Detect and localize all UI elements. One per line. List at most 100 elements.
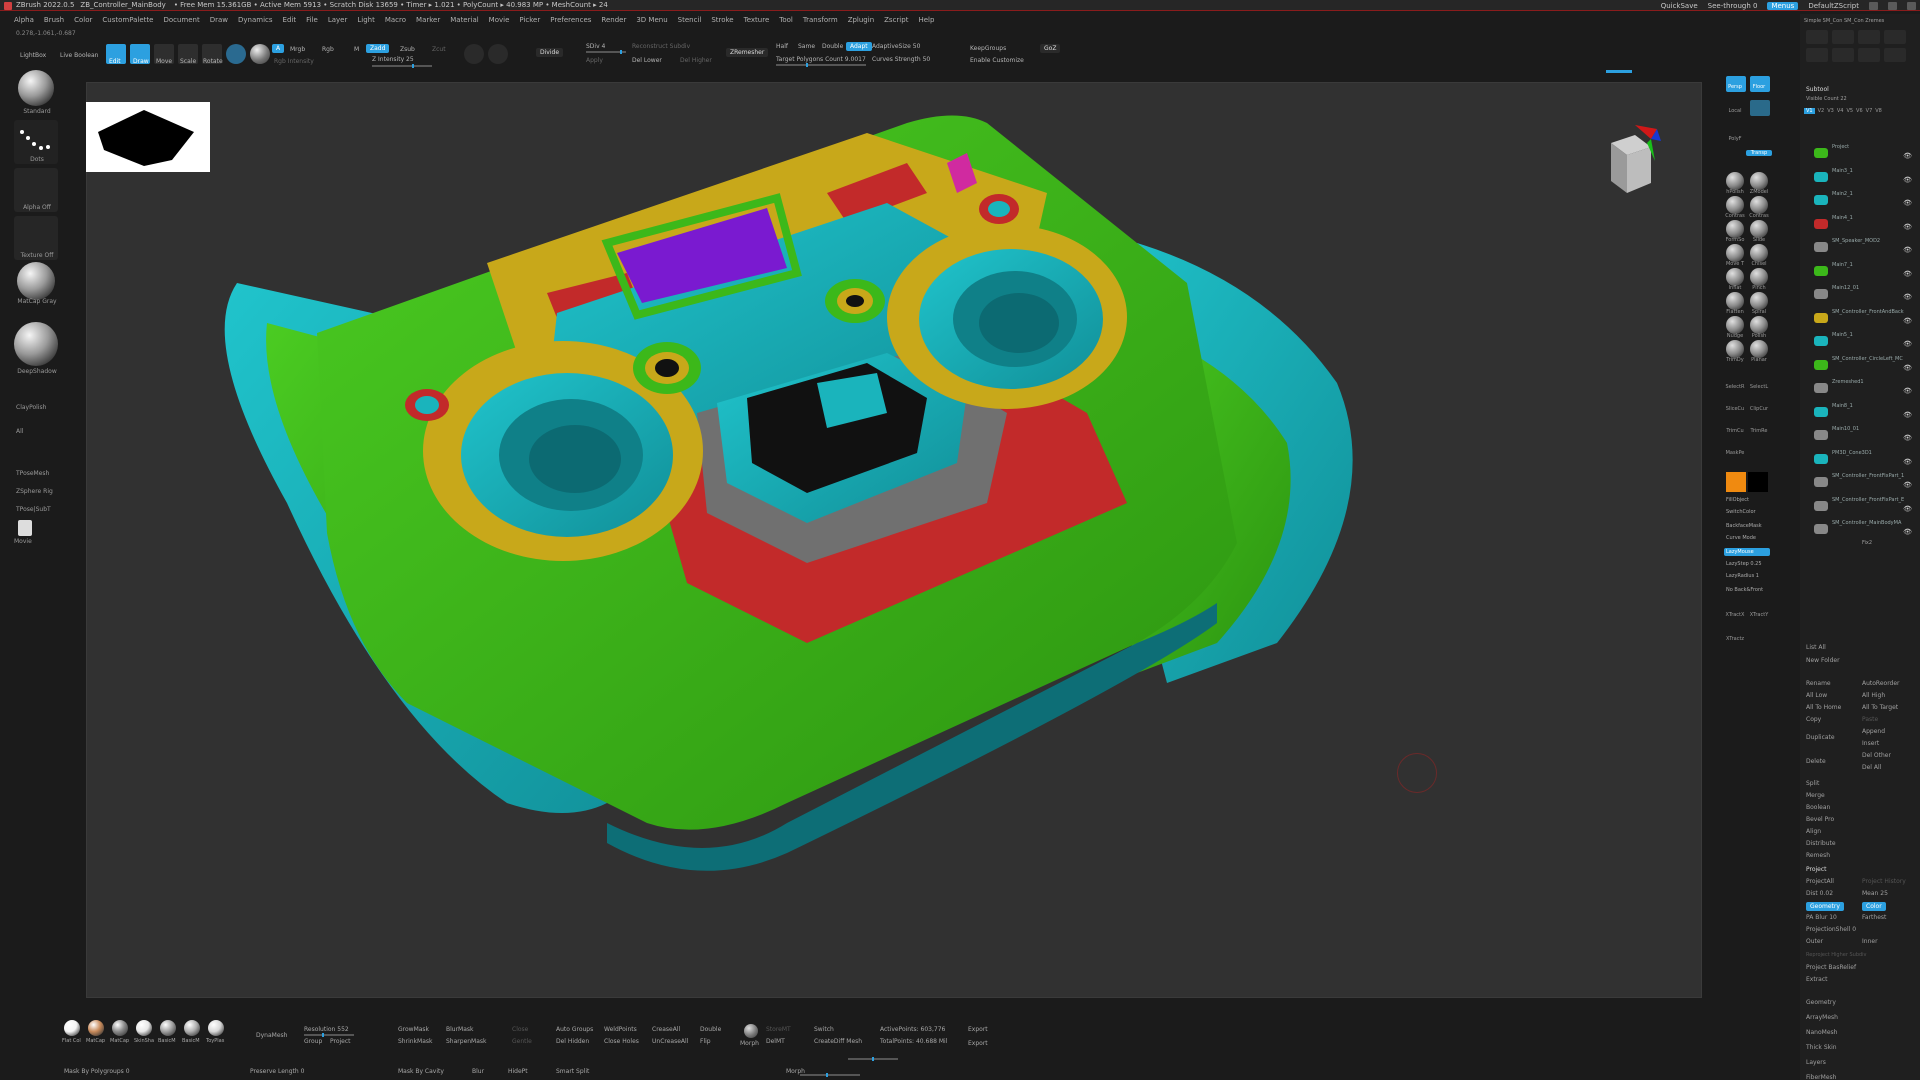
trimrect-button[interactable]: TrimRe <box>1746 428 1772 434</box>
visibility-level-v4[interactable]: V4 <box>1837 108 1844 114</box>
delmt-button[interactable]: DelMT <box>766 1038 785 1045</box>
curves-strength-slider[interactable]: Curves Strength 50 <box>872 56 930 63</box>
visibility-eye-icon[interactable]: 👁 <box>1903 246 1912 254</box>
shrinkmask-button[interactable]: ShrinkMask <box>398 1038 432 1045</box>
switchcolor-button[interactable]: SwitchColor <box>1724 508 1770 516</box>
subtool-header[interactable]: Subtool <box>1806 86 1829 93</box>
trimcurve-button[interactable]: TrimCu <box>1722 428 1748 434</box>
morph-slider-track[interactable] <box>848 1057 898 1061</box>
copy-button[interactable]: Copy <box>1806 716 1821 723</box>
creatediff-mesh-button[interactable]: CreateDiff Mesh <box>814 1038 862 1045</box>
no-backfront-button[interactable]: No Back&Front <box>1724 586 1770 594</box>
menu-help[interactable]: Help <box>918 16 934 27</box>
brush-icon-12[interactable] <box>1726 316 1744 334</box>
z-intensity-slider[interactable]: Z Intensity 25 <box>372 56 414 63</box>
section-thick-skin[interactable]: Thick Skin <box>1806 1044 1837 1051</box>
visibility-level-v8[interactable]: V8 <box>1875 108 1882 114</box>
align-section[interactable]: Align <box>1806 828 1821 835</box>
visibility-level-v5[interactable]: V5 <box>1846 108 1853 114</box>
menus-button[interactable]: Menus <box>1767 1 1799 10</box>
tool-thumb-6[interactable] <box>1832 48 1854 62</box>
backfacemask-button[interactable]: BackfaceMask <box>1724 522 1770 530</box>
visibility-eye-icon[interactable]: 👁 <box>1903 199 1912 207</box>
maximize-icon[interactable] <box>1888 1 1897 10</box>
navigator-thumbnail[interactable] <box>86 102 210 172</box>
gentle-button[interactable]: Gentle <box>512 1038 532 1045</box>
auto-groups-button[interactable]: Auto Groups <box>556 1026 593 1033</box>
subtool-item[interactable]: SM_Controller_FrontFixPart_E 👁 <box>1808 497 1918 519</box>
navigation-gizmo[interactable] <box>1591 123 1661 215</box>
zsub-button[interactable]: Zsub <box>400 46 415 53</box>
all-button[interactable]: All <box>16 428 74 435</box>
zcut-button[interactable]: Zcut <box>432 46 446 53</box>
lazyradius-slider[interactable]: LazyRadius 1 <box>1724 572 1770 580</box>
rename-button[interactable]: Rename <box>1806 680 1831 687</box>
section-arraymesh[interactable]: ArrayMesh <box>1806 1014 1838 1021</box>
visibility-eye-icon[interactable]: 👁 <box>1903 505 1912 513</box>
preserve-length-slider[interactable]: Preserve Length 0 <box>250 1068 304 1075</box>
menu-document[interactable]: Document <box>163 16 199 27</box>
sharpenmask-button[interactable]: SharpenMask <box>446 1038 487 1045</box>
z-intensity-track[interactable] <box>372 64 432 68</box>
shading-sphere-icon[interactable] <box>250 44 270 64</box>
subtool-item[interactable]: Main2_1 👁 <box>1808 191 1918 213</box>
brush-icon-4[interactable] <box>1726 220 1744 238</box>
subtool-item[interactable]: SM_Controller_FrontFixPart_1 👁 <box>1808 473 1918 495</box>
enable-customize-button[interactable]: Enable Customize <box>970 57 1024 64</box>
project-history-button[interactable]: Project History <box>1862 878 1906 885</box>
section-layers[interactable]: Layers <box>1806 1059 1826 1066</box>
tool-thumb-3[interactable] <box>1858 30 1880 44</box>
hidept-button[interactable]: HidePt <box>508 1068 528 1075</box>
canvas-viewport[interactable] <box>86 82 1702 998</box>
local-button[interactable]: Local <box>1722 108 1748 114</box>
split-section[interactable]: Split <box>1806 780 1819 787</box>
sdiv-track[interactable] <box>586 50 626 54</box>
subtool-item[interactable]: Main8_1 👁 <box>1808 403 1918 425</box>
duplicate-button[interactable]: Duplicate <box>1806 734 1835 741</box>
all-low-button[interactable]: All Low <box>1806 692 1827 699</box>
mrgb-button[interactable]: Mrgb <box>290 46 305 53</box>
crease-all-button[interactable]: CreaseAll <box>652 1026 680 1033</box>
append-button[interactable]: Append <box>1862 728 1885 735</box>
double-button[interactable]: Double <box>822 43 843 50</box>
adaptive-size-slider[interactable]: AdaptiveSize 50 <box>872 43 920 50</box>
close-icon[interactable] <box>1907 1 1916 10</box>
subtool-item[interactable]: Main10_01 👁 <box>1808 426 1918 448</box>
menu-layer[interactable]: Layer <box>328 16 348 27</box>
tool-thumb-2[interactable] <box>1832 30 1854 44</box>
brush-icon-3[interactable] <box>1750 196 1768 214</box>
divide-button[interactable]: Divide <box>536 48 564 57</box>
menu-draw[interactable]: Draw <box>210 16 228 27</box>
subtool-item[interactable]: SM_Controller_MainBodyMA 👁 <box>1808 520 1918 542</box>
visibility-eye-icon[interactable]: 👁 <box>1903 340 1912 348</box>
apply-button[interactable]: Apply <box>586 57 603 64</box>
visibility-eye-icon[interactable]: 👁 <box>1903 411 1912 419</box>
keepgroups-button[interactable]: KeepGroups <box>970 45 1006 52</box>
subtool-item[interactable]: PM3D_Cone3D1 👁 <box>1808 450 1918 472</box>
material-ball-icon[interactable] <box>184 1020 200 1036</box>
subtool-item[interactable]: SM_Speaker_MOD2 👁 <box>1808 238 1918 260</box>
xtractz-button[interactable]: XTractz <box>1722 636 1748 642</box>
visible-count-slider[interactable]: Visible Count 22 <box>1806 96 1847 102</box>
subtool-item[interactable]: Project 👁 <box>1808 144 1918 166</box>
same-button[interactable]: Same <box>798 43 815 50</box>
boolean-section[interactable]: Boolean <box>1806 804 1830 811</box>
visibility-level-v2[interactable]: V2 <box>1818 108 1825 114</box>
brush-icon-1[interactable] <box>1750 172 1768 190</box>
pa-blur-slider[interactable]: PA Blur 10 <box>1806 914 1837 921</box>
visibility-eye-icon[interactable]: 👁 <box>1903 528 1912 536</box>
brush-icon-14[interactable] <box>1726 340 1744 358</box>
subtool-item[interactable]: SM_Controller_FrontAndBack 👁 <box>1808 309 1918 331</box>
export-button-1[interactable]: Export <box>968 1026 988 1033</box>
tool-thumb-4[interactable] <box>1884 30 1906 44</box>
resolution-slider[interactable]: Resolution 552 <box>304 1026 349 1033</box>
del-lower-button[interactable]: Del Lower <box>632 57 662 64</box>
resolution-track[interactable] <box>304 1033 354 1037</box>
brush-icon-7[interactable] <box>1750 244 1768 262</box>
menu-dynamics[interactable]: Dynamics <box>238 16 273 27</box>
farthest-button[interactable]: Farthest <box>1862 914 1886 921</box>
brush-icon-9[interactable] <box>1750 268 1768 286</box>
color-toggle[interactable]: Color <box>1862 902 1886 911</box>
draw-size-icon[interactable] <box>488 44 508 64</box>
dist-slider[interactable]: Dist 0.02 <box>1806 890 1833 897</box>
